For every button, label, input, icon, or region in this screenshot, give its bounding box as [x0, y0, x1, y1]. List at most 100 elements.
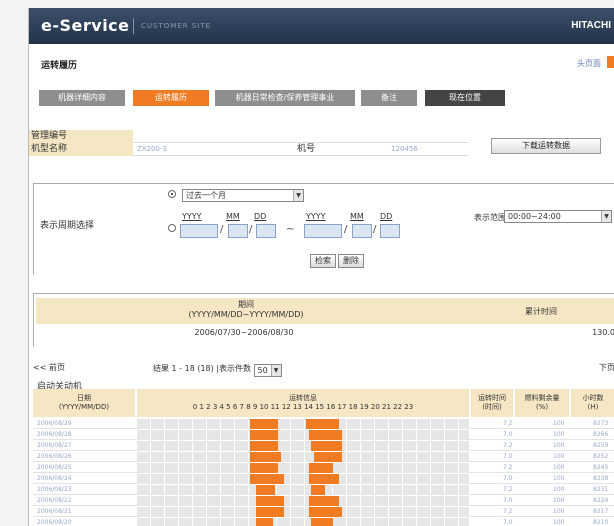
row-date-link[interactable]: 2006/08/27 — [37, 442, 123, 449]
custom-radio[interactable] — [168, 224, 176, 232]
operation-segment — [308, 463, 334, 473]
download-button[interactable]: 下载运转数据 — [491, 138, 601, 154]
table-row: 2006/08/23 7.2 100 8231 — [33, 485, 614, 495]
serial-value: 120456 — [391, 145, 418, 153]
summary-box: 期间 (YYYY/MM/DD~YYYY/MM/DD) 累计时间 2006/07/… — [33, 293, 614, 347]
row-timeline — [137, 430, 469, 440]
operation-segment — [250, 474, 284, 484]
row-timeline — [137, 463, 469, 473]
from-mm-label: MM — [226, 212, 240, 221]
period-label: 表示周期选择 — [40, 221, 95, 231]
search-button[interactable]: 检索 — [310, 254, 336, 268]
preset-select[interactable]: 过去一个月 ▼ — [182, 189, 304, 202]
row-hourmeter: 8273 — [593, 420, 609, 427]
row-date-link[interactable]: 2006/08/29 — [37, 420, 123, 427]
row-date-link[interactable]: 2006/08/20 — [37, 519, 123, 526]
to-month-input[interactable] — [352, 224, 372, 238]
row-timeline — [137, 441, 469, 451]
row-fuel: 100 — [553, 453, 565, 460]
row-date-link[interactable]: 2006/08/23 — [37, 486, 123, 493]
per-page-select[interactable]: 50 ▼ — [253, 364, 282, 377]
row-fuel: 100 — [553, 486, 565, 493]
table-row: 2006/08/27 7.2 100 8259 — [33, 441, 614, 451]
table-row: 2006/08/21 7.2 100 8217 — [33, 507, 614, 517]
row-fuel: 100 — [553, 508, 565, 515]
tab-maintenance[interactable]: 机器日常检查/保养管理事业 — [215, 90, 355, 106]
row-date-link[interactable]: 2006/08/26 — [37, 453, 123, 460]
from-dd-label: DD — [254, 212, 267, 221]
table-row: 2006/08/20 7.0 100 8210 — [33, 518, 614, 526]
mgmt-label: 管理编号 — [29, 130, 133, 143]
from-yyyy-label: YYYY — [182, 212, 202, 221]
from-month-input[interactable] — [228, 224, 248, 238]
operation-segment — [250, 430, 279, 440]
row-date-link[interactable]: 2006/08/28 — [37, 431, 123, 438]
date-separator: / — [220, 224, 224, 235]
to-dd-label: DD — [380, 212, 393, 221]
to-yyyy-label: YYYY — [306, 212, 326, 221]
preset-radio[interactable] — [168, 190, 176, 198]
tab-operation-history[interactable]: 运转履历 — [133, 90, 209, 106]
prev-page-link[interactable]: << 前页 — [33, 362, 65, 373]
row-run-time: 7.0 — [503, 431, 513, 438]
row-timeline — [137, 518, 469, 526]
row-hourmeter: 8245 — [593, 464, 609, 471]
operation-segment — [255, 496, 284, 506]
row-hourmeter: 8224 — [593, 497, 609, 504]
hourmeter-column-header: 小时数 (H) — [571, 389, 614, 417]
result-count-text: 结果 1 - 18 (18) |表示件数 — [153, 364, 251, 373]
row-timeline — [137, 474, 469, 484]
period-header: 期间 (YYYY/MM/DD~YYYY/MM/DD) — [36, 300, 456, 320]
row-date-link[interactable]: 2006/08/22 — [37, 497, 123, 504]
row-run-time: 7.2 — [503, 420, 513, 427]
period-format-label: (YYYY/MM/DD~YYYY/MM/DD) — [188, 310, 304, 319]
table-row: 2006/08/26 7.0 100 8252 — [33, 452, 614, 462]
table-row: 2006/08/22 7.0 100 8224 — [33, 496, 614, 506]
to-year-input[interactable] — [304, 224, 342, 238]
row-date-link[interactable]: 2006/08/24 — [37, 475, 123, 482]
operation-table: 日期 (YYYY/MM/DD) 运转信息 0 1 2 3 4 5 6 7 8 9… — [33, 389, 614, 526]
model-value: ZX200-3 — [137, 145, 167, 153]
operation-segment — [250, 441, 279, 451]
range-select[interactable]: 00:00~24:00 ▼ — [504, 210, 612, 223]
operation-segment — [255, 485, 276, 495]
date-col-format: (YYYY/MM/DD) — [58, 403, 110, 411]
clear-button[interactable]: 删除 — [338, 254, 364, 268]
row-run-time: 7.0 — [503, 453, 513, 460]
tab-machine-detail[interactable]: 机器详细内容 — [39, 90, 125, 106]
row-hourmeter: 8217 — [593, 508, 609, 515]
fuel-col-unit: (%) — [535, 403, 549, 411]
date-separator: / — [373, 224, 377, 235]
page-title: 运转履历 — [41, 61, 78, 71]
run-column-header: 运转信息 0 1 2 3 4 5 6 7 8 9 10 11 12 13 14 … — [137, 389, 469, 417]
row-run-time: 7.2 — [503, 486, 513, 493]
period-value: 2006/07/30~2006/08/30 — [194, 328, 294, 337]
date-separator: / — [344, 224, 348, 235]
row-fuel: 100 — [553, 519, 565, 526]
time-col-label: 运转时间 — [478, 394, 506, 402]
row-fuel: 100 — [553, 442, 565, 449]
table-row: 2006/08/24 7.0 100 8238 — [33, 474, 614, 484]
operation-segment — [308, 507, 342, 517]
row-run-time: 7.0 — [503, 475, 513, 482]
to-day-input[interactable] — [380, 224, 400, 238]
row-date-link[interactable]: 2006/08/25 — [37, 464, 123, 471]
row-fuel: 100 — [553, 475, 565, 482]
model-label: 机型名称 — [29, 143, 133, 156]
from-year-input[interactable] — [180, 224, 218, 238]
from-day-input[interactable] — [256, 224, 276, 238]
header-divider — [133, 18, 134, 34]
row-date-link[interactable]: 2006/08/21 — [37, 508, 123, 515]
time-col-unit: (时间) — [482, 403, 502, 411]
home-link[interactable]: 头页面 — [577, 58, 601, 69]
operation-segment — [311, 485, 326, 495]
tab-current-location[interactable]: 现在位置 — [425, 90, 505, 106]
operation-segment — [255, 518, 273, 526]
row-hourmeter: 8231 — [593, 486, 609, 493]
row-run-time: 7.0 — [503, 519, 513, 526]
header-subtitle: CUSTOMER SITE — [141, 22, 211, 30]
summary-header: 期间 (YYYY/MM/DD~YYYY/MM/DD) 累计时间 — [36, 298, 614, 324]
row-timeline — [137, 485, 469, 495]
next-page-link[interactable]: 下页 — [599, 362, 614, 373]
tab-notes[interactable]: 备注 — [361, 90, 417, 106]
